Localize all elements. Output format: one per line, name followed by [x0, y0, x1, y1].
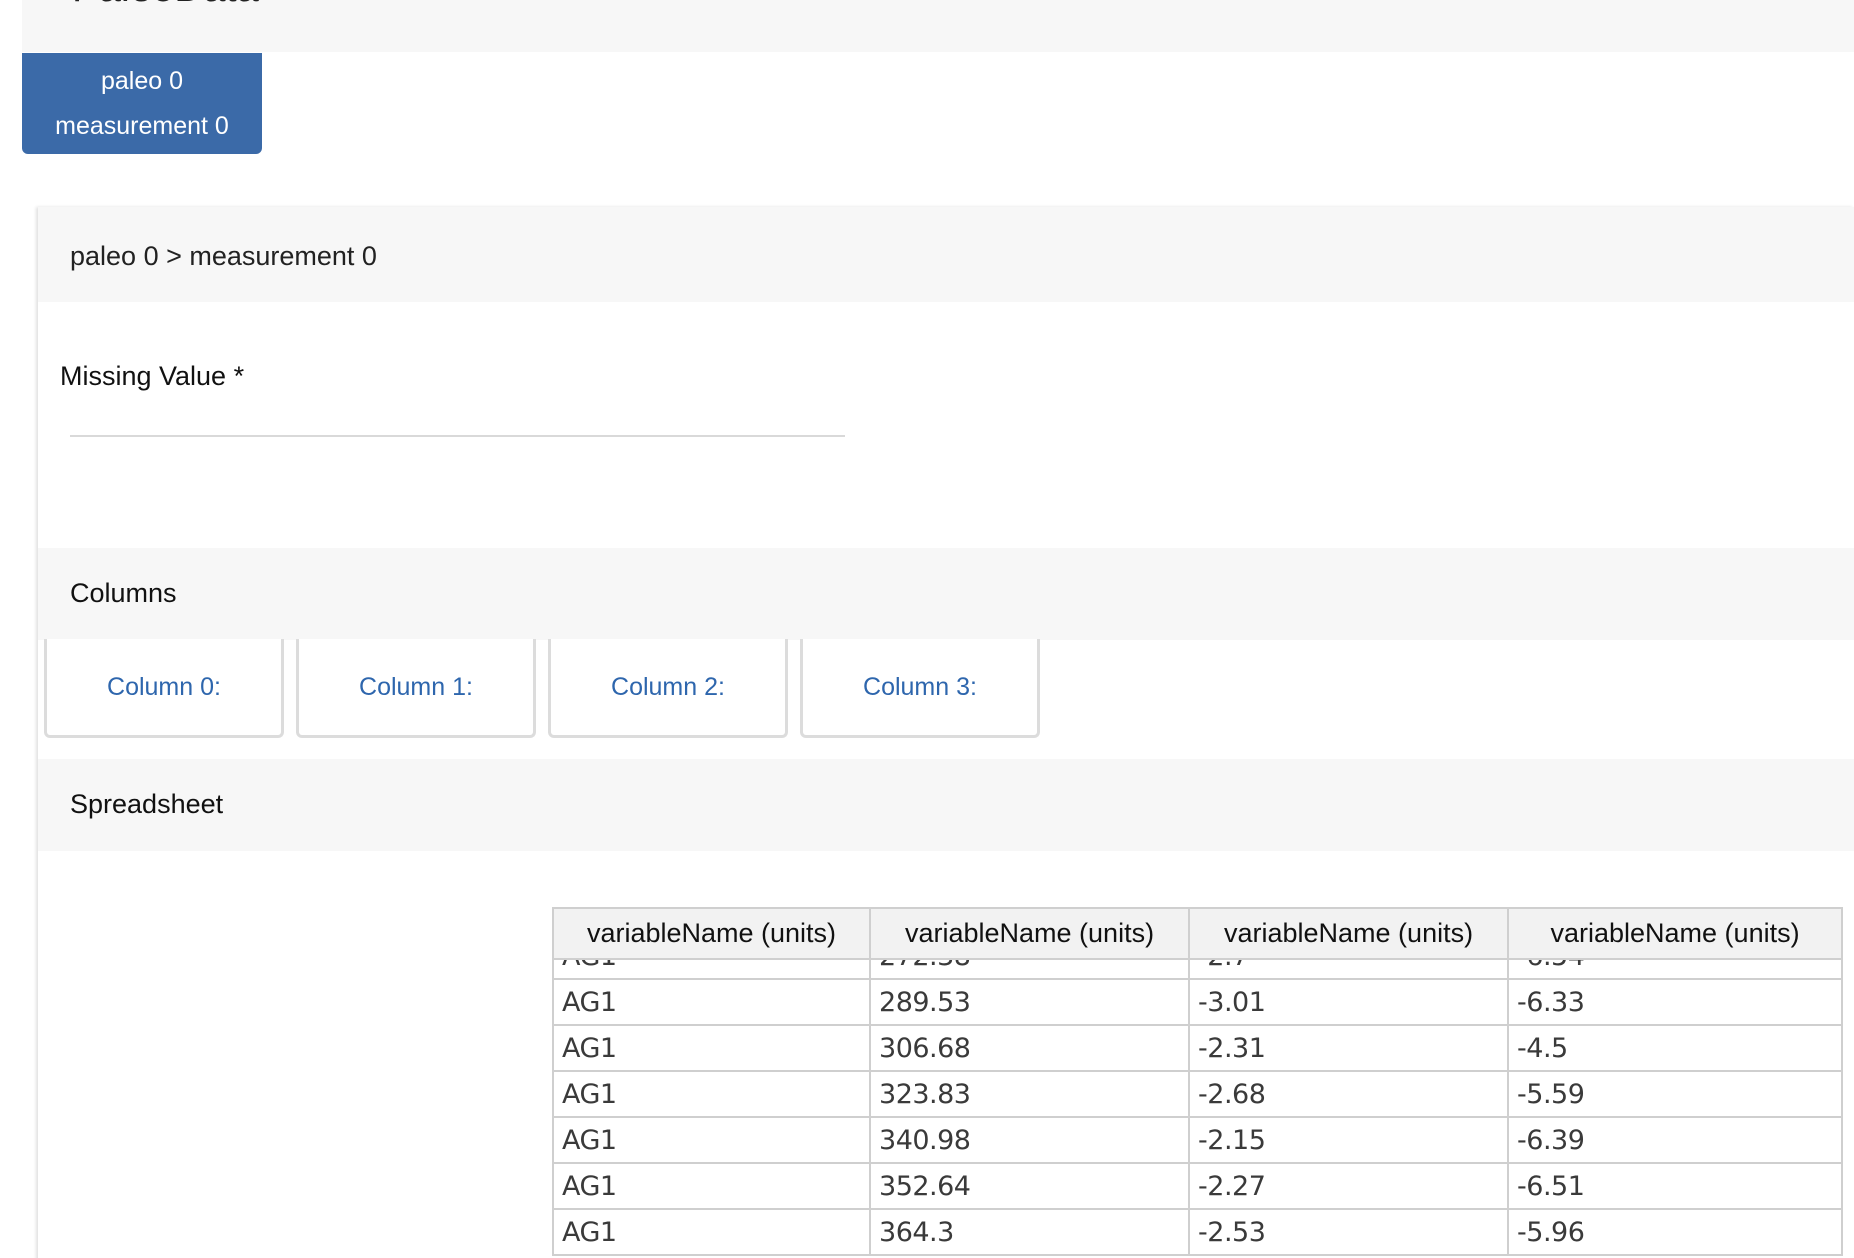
- table-cell[interactable]: -2.68: [1190, 1072, 1510, 1116]
- table-row: AG1 306.68 -2.31 -4.5: [552, 1026, 1843, 1072]
- column-header[interactable]: variableName (units): [871, 909, 1191, 958]
- table-cell[interactable]: -6.54: [1509, 960, 1841, 978]
- table-cell[interactable]: -3.01: [1190, 980, 1510, 1024]
- paleodata-page: PaleoData paleo 0 measurement 0 paleo 0 …: [0, 0, 1854, 1258]
- breadcrumb: paleo 0 > measurement 0: [70, 241, 377, 271]
- column-2-button[interactable]: Column 2:: [548, 639, 788, 738]
- measurement-panel: paleo 0 > measurement 0 Missing Value * …: [38, 207, 1854, 1258]
- table-cell[interactable]: -2.27: [1190, 1164, 1510, 1208]
- column-0-button[interactable]: Column 0:: [44, 639, 284, 738]
- tab-label-paleo: paleo 0: [100, 66, 184, 95]
- page-header: PaleoData: [22, 0, 1854, 52]
- table-cell[interactable]: AG1: [554, 1072, 872, 1116]
- missing-value-label: Missing Value *: [60, 361, 245, 391]
- table-cell[interactable]: -2.15: [1190, 1118, 1510, 1162]
- table-cell[interactable]: -2.7: [1190, 960, 1510, 978]
- table-cell[interactable]: 289.53: [871, 980, 1191, 1024]
- spreadsheet-body[interactable]: AG1 272.38 -2.7 -6.54 AG1 289.53 -3.01 -…: [552, 960, 1843, 1258]
- table-row: AG1 364.3 -2.53 -5.96: [552, 1210, 1843, 1256]
- missing-value-input[interactable]: [70, 397, 845, 437]
- spreadsheet[interactable]: variableName (units) variableName (units…: [552, 907, 1843, 1258]
- spreadsheet-header-row: variableName (units) variableName (units…: [552, 907, 1843, 960]
- spreadsheet-rows: AG1 272.38 -2.7 -6.54 AG1 289.53 -3.01 -…: [552, 960, 1843, 1256]
- table-cell[interactable]: -6.33: [1509, 980, 1841, 1024]
- table-cell[interactable]: AG1: [554, 1118, 872, 1162]
- table-cell[interactable]: AG1: [554, 1026, 872, 1070]
- table-cell[interactable]: AG1: [554, 960, 872, 978]
- column-header[interactable]: variableName (units): [1509, 909, 1841, 958]
- spreadsheet-section-header: Spreadsheet: [38, 759, 1854, 851]
- table-cell[interactable]: 364.3: [871, 1210, 1191, 1254]
- table-cell[interactable]: AG1: [554, 1210, 872, 1254]
- column-1-button[interactable]: Column 1:: [296, 639, 536, 738]
- tab-label-measurement: measurement 0: [55, 111, 229, 140]
- table-cell[interactable]: 340.98: [871, 1118, 1191, 1162]
- column-3-button[interactable]: Column 3:: [800, 639, 1040, 738]
- table-cell[interactable]: -6.39: [1509, 1118, 1841, 1162]
- table-row: AG1 272.38 -2.7 -6.54: [552, 960, 1843, 980]
- table-cell[interactable]: -2.53: [1190, 1210, 1510, 1254]
- columns-title: Columns: [70, 578, 177, 608]
- page-title: PaleoData: [72, 0, 259, 8]
- table-cell[interactable]: 323.83: [871, 1072, 1191, 1116]
- table-cell[interactable]: AG1: [554, 1164, 872, 1208]
- table-row: AG1 323.83 -2.68 -5.59: [552, 1072, 1843, 1118]
- table-cell[interactable]: 272.38: [871, 960, 1191, 978]
- table-row: AG1 352.64 -2.27 -6.51: [552, 1164, 1843, 1210]
- tab-paleo-0-measurement-0[interactable]: paleo 0 measurement 0: [22, 53, 262, 154]
- table-row: AG1 289.53 -3.01 -6.33: [552, 980, 1843, 1026]
- table-cell[interactable]: -5.59: [1509, 1072, 1841, 1116]
- table-cell[interactable]: -5.96: [1509, 1210, 1841, 1254]
- table-row: AG1 340.98 -2.15 -6.39: [552, 1118, 1843, 1164]
- table-cell[interactable]: -4.5: [1509, 1026, 1841, 1070]
- column-header[interactable]: variableName (units): [554, 909, 872, 958]
- spreadsheet-title: Spreadsheet: [70, 789, 224, 819]
- table-cell[interactable]: AG1: [554, 980, 872, 1024]
- table-cell[interactable]: -2.31: [1190, 1026, 1510, 1070]
- panel-header: paleo 0 > measurement 0: [38, 207, 1854, 302]
- table-cell[interactable]: 352.64: [871, 1164, 1191, 1208]
- table-cell[interactable]: -6.51: [1509, 1164, 1841, 1208]
- table-cell[interactable]: 306.68: [871, 1026, 1191, 1070]
- column-header[interactable]: variableName (units): [1190, 909, 1510, 958]
- columns-section-header: Columns: [38, 548, 1854, 640]
